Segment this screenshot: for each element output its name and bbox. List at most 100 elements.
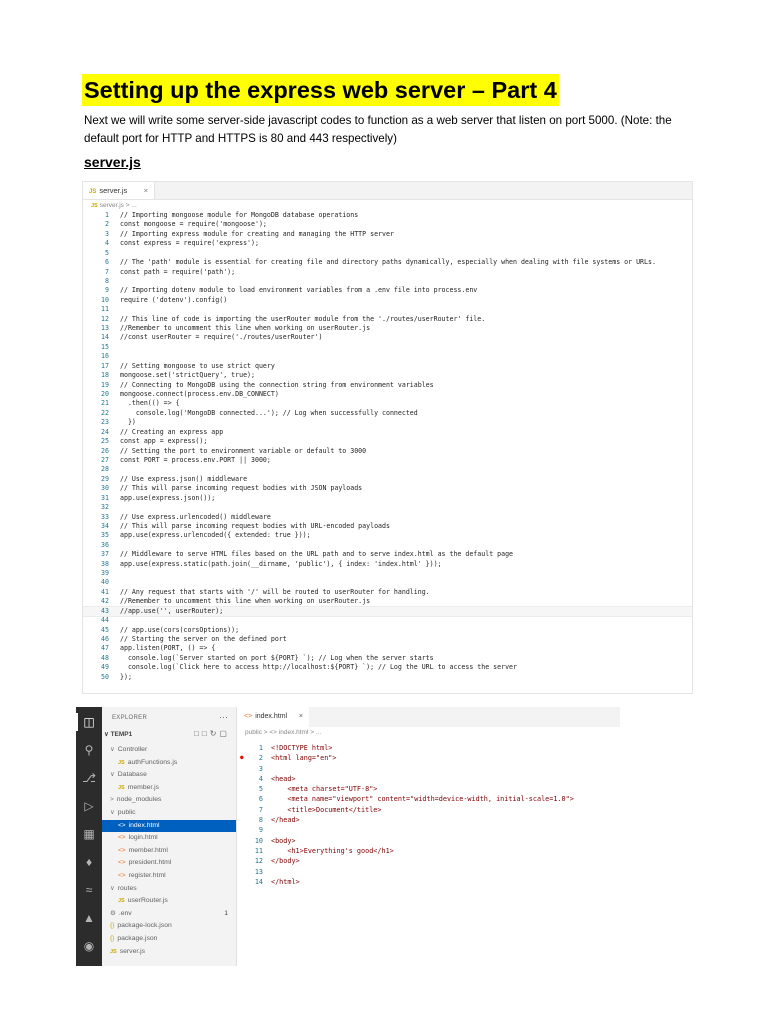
root-label: TEMP1 xyxy=(110,731,133,738)
tree-item[interactable]: JS member.js xyxy=(102,782,236,795)
html-file-icon: <> xyxy=(118,821,126,829)
code-line: 14 </html> xyxy=(237,877,620,887)
code-line: 36 xyxy=(83,541,692,550)
code-lines: 1 <!DOCTYPE html> ● 2 <html lang="en"> 3 4 <hea… xyxy=(237,743,620,887)
line-number: 6 xyxy=(105,258,109,267)
code-line: 2 const mongoose = require('mongoose'); xyxy=(83,220,692,229)
code-line: 47 app.listen(PORT, () => { xyxy=(83,644,692,653)
html-file-icon: <> xyxy=(244,713,253,720)
more-actions-icon[interactable]: ··· xyxy=(219,712,228,722)
tree-item-label: .env xyxy=(118,909,132,917)
line-number: 26 xyxy=(101,446,109,455)
explorer-toolbar[interactable]: □□↻▢ xyxy=(194,729,230,738)
line-number: 10 xyxy=(101,295,109,304)
leaf-icon[interactable]: ♦ xyxy=(82,855,96,869)
line-number: 5 xyxy=(105,248,109,257)
html-file-icon: <> xyxy=(118,859,126,867)
tree-item[interactable]: <> member.html xyxy=(102,845,236,858)
code-line: 25 const app = express(); xyxy=(83,437,692,446)
line-number: 7 xyxy=(105,267,109,276)
search-icon[interactable]: ⚲ xyxy=(82,743,96,757)
line-text: app.use(express.static(path.join(__dirna… xyxy=(120,559,442,568)
line-number: 35 xyxy=(101,531,109,540)
code-line: 38 app.use(express.static(path.join(__dir… xyxy=(83,560,692,569)
close-icon[interactable]: × xyxy=(299,707,303,727)
line-number: 8 xyxy=(258,816,263,825)
chevron-down-icon: ∨ xyxy=(104,731,111,738)
source-control-icon[interactable]: ⎇ xyxy=(82,771,96,785)
code-line: 11 xyxy=(83,305,692,314)
line-text: // Use express.urlencoded() middleware xyxy=(120,512,271,521)
tree-item[interactable]: JS server.js xyxy=(102,946,236,959)
tree-item[interactable]: ∨ public xyxy=(102,807,236,820)
tab-index-html[interactable]: <> index.html × xyxy=(237,707,309,727)
tree-item[interactable]: ∨ Controller xyxy=(102,744,236,757)
line-text: require ('dotenv').config() xyxy=(120,295,228,304)
line-number: 23 xyxy=(101,418,109,427)
code-line: 6 <meta name="viewport" content="width=d… xyxy=(237,794,620,804)
run-debug-icon[interactable]: ▷ xyxy=(82,799,96,813)
tree-item[interactable]: {} package-lock.json xyxy=(102,920,236,933)
tree-item-label: index.html xyxy=(128,821,160,829)
close-icon[interactable]: × xyxy=(144,182,148,199)
line-number: 12 xyxy=(101,314,109,323)
html-file-icon: <> xyxy=(118,872,126,879)
code-line: 19 // Connecting to MongoDB using the con… xyxy=(83,381,692,390)
line-number: 21 xyxy=(101,399,109,408)
code-line: 40 xyxy=(83,578,692,587)
line-number: 16 xyxy=(101,352,109,361)
tree-item[interactable]: ∨ routes xyxy=(102,883,236,896)
line-text: <meta charset="UTF-8"> xyxy=(271,785,378,794)
code-line: 29 // Use express.json() middleware xyxy=(83,475,692,484)
line-number: 1 xyxy=(105,211,109,219)
tree-item[interactable]: ∨ Database xyxy=(102,769,236,782)
remote-icon[interactable]: ≈ xyxy=(82,883,96,897)
tree-item[interactable]: JS authFunctions.js xyxy=(102,757,236,770)
tree-item[interactable]: > node_modules xyxy=(102,794,236,807)
line-number: 2 xyxy=(105,220,109,229)
tree-item[interactable]: {} package.json xyxy=(102,933,236,946)
line-text: const path = require('path'); xyxy=(120,267,236,276)
line-number: 13 xyxy=(254,867,263,876)
tab-server-js[interactable]: JS server.js × xyxy=(83,182,155,199)
workspace-root[interactable]: ∨ TEMP1 xyxy=(104,730,132,738)
js-file-icon: JS xyxy=(118,898,125,905)
line-text: // Setting the port to environment varia… xyxy=(120,446,367,455)
tree-item[interactable]: <> index.html xyxy=(102,819,236,833)
tree-item-label: server.js xyxy=(119,947,146,955)
line-number: 11 xyxy=(101,305,109,314)
line-number: 41 xyxy=(101,587,109,596)
line-number: 34 xyxy=(101,521,109,530)
tree-item[interactable]: <> register.html xyxy=(102,870,236,883)
code-line: 15 xyxy=(83,343,692,352)
line-number: 19 xyxy=(101,380,109,389)
line-text: app.use(express.urlencoded({ extended: t… xyxy=(120,531,311,540)
tree-item[interactable]: <> president.html xyxy=(102,857,236,870)
tree-item[interactable]: ⚙ .env 1 xyxy=(102,908,236,921)
account-icon[interactable]: ◉ xyxy=(82,939,96,953)
breadcrumb: JS server.js > ... xyxy=(83,200,692,211)
code-lines: 1 // Importing mongoose module for MongoD… xyxy=(83,211,692,682)
line-text: .then(() => { xyxy=(120,399,180,408)
code-line: 12 </body> xyxy=(237,856,620,866)
code-line: 8 </head> xyxy=(237,815,620,825)
tree-item[interactable]: JS userRouter.js xyxy=(102,895,236,908)
tree-item[interactable]: <> login.html xyxy=(102,832,236,845)
line-text: // Use express.json() middleware xyxy=(120,474,248,483)
line-number: 36 xyxy=(101,540,109,549)
line-text: <!DOCTYPE html> xyxy=(271,744,333,752)
line-text: }) xyxy=(120,418,136,427)
line-number: 20 xyxy=(101,390,109,399)
code-line: 4 <head> xyxy=(237,774,620,784)
files-icon[interactable]: ◫ xyxy=(82,715,96,729)
code-line: 14 //const userRouter = require('./routes… xyxy=(83,333,692,342)
azure-icon[interactable]: ▲ xyxy=(82,911,96,925)
breadcrumb: public > <> index.html > ... xyxy=(245,729,322,736)
extensions-icon[interactable]: ▦ xyxy=(82,827,96,841)
line-text: // Importing dotenv module to load envir… xyxy=(120,286,478,295)
tree-item-label: login.html xyxy=(128,834,158,842)
code-line: 31 app.use(express.json()); xyxy=(83,494,692,503)
line-text: // Middleware to serve HTML files based … xyxy=(120,550,514,559)
line-number: 47 xyxy=(101,644,109,653)
line-number: 7 xyxy=(258,805,263,814)
